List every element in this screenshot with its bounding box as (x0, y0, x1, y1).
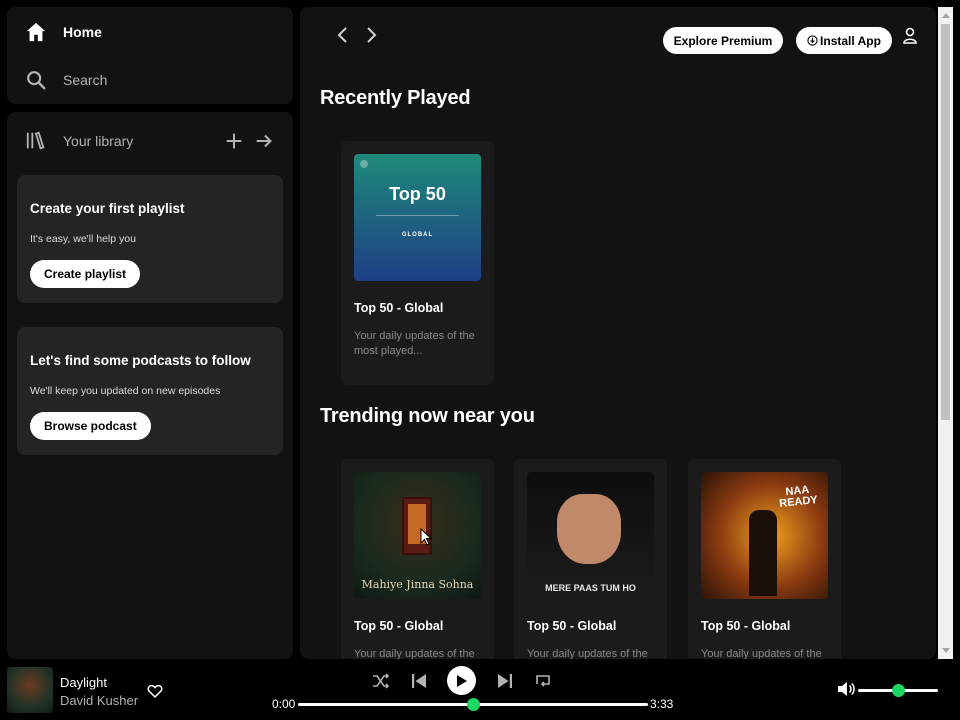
card-title: Top 50 - Global (354, 301, 444, 315)
browse-podcast-button[interactable]: Browse podcast (30, 412, 151, 440)
volume-slider[interactable] (858, 684, 938, 697)
home-icon (26, 22, 46, 42)
scrollbar-thumb[interactable] (941, 24, 950, 420)
card-title: Top 50 - Global (527, 619, 617, 633)
scroll-down-icon[interactable] (942, 648, 950, 653)
playlist-cover: MERE PAAS TUM HO (527, 472, 654, 599)
podcast-title: Let's find some podcasts to follow (30, 353, 251, 368)
shuffle-icon[interactable] (371, 671, 391, 691)
nav-panel: Home Search (7, 7, 293, 104)
heart-icon[interactable] (147, 683, 163, 699)
create-playlist-text: It's easy, we'll help you (30, 233, 136, 245)
user-icon[interactable] (902, 27, 918, 45)
back-arrow-icon[interactable] (334, 25, 352, 45)
card-description: Your daily updates of the most played... (354, 330, 475, 357)
trending-title: Trending now near you (320, 405, 535, 427)
podcast-text: We'll keep you updated on new episodes (30, 385, 221, 397)
cover-divider (376, 215, 459, 216)
arrow-right-icon[interactable] (253, 130, 275, 152)
playlist-card[interactable]: Top 50 GLOBAL Top 50 - Global Your daily… (341, 141, 494, 385)
cover-subtitle: GLOBAL (401, 232, 434, 238)
playlist-cover: Top 50 GLOBAL (354, 154, 481, 281)
card-title: Top 50 - Global (354, 619, 444, 633)
now-playing-cover[interactable] (7, 667, 53, 713)
download-icon (807, 35, 818, 46)
volume-knob[interactable] (892, 684, 905, 697)
nav-home-label: Home (63, 24, 102, 40)
scroll-up-icon[interactable] (942, 13, 950, 18)
create-playlist-card: Create your first playlist It's easy, we… (17, 175, 283, 303)
library-title[interactable]: Your library (63, 133, 215, 149)
volume-icon[interactable] (836, 680, 856, 698)
plus-icon[interactable] (223, 130, 245, 152)
card-description: Your daily updates of the (354, 648, 475, 659)
library-panel: Your library Create your first playlist … (7, 112, 293, 659)
progress-knob[interactable] (467, 698, 480, 711)
install-app-label: Install App (820, 33, 881, 48)
progress-bar[interactable] (298, 698, 648, 711)
cover-caption: NAA READY (778, 483, 819, 510)
main-panel: Explore Premium Install App Recently Pla… (300, 7, 936, 659)
nav-search[interactable]: Search (25, 69, 107, 91)
play-icon (457, 674, 467, 687)
previous-track-icon[interactable] (409, 671, 429, 691)
player-bar: Daylight David Kusher 0:00 3:33 (0, 660, 960, 720)
podcast-card: Let's find some podcasts to follow We'll… (17, 327, 283, 455)
playlist-card[interactable]: MERE PAAS TUM HO Top 50 - Global Your da… (514, 459, 667, 659)
now-playing-title[interactable]: Daylight (60, 675, 107, 690)
cover-artwork (749, 510, 777, 596)
search-icon (27, 71, 46, 90)
library-header: Your library (25, 130, 275, 152)
time-elapsed: 0:00 (272, 697, 296, 711)
scrollbar[interactable] (938, 7, 953, 659)
cover-title: Top 50 (389, 184, 446, 204)
next-track-icon[interactable] (495, 671, 515, 691)
cover-caption: Mahiye Jinna Sohna (361, 578, 474, 591)
forward-arrow-icon[interactable] (362, 25, 380, 45)
nav-home[interactable]: Home (25, 21, 102, 43)
card-description: Your daily updates of the (701, 648, 822, 659)
card-description: Your daily updates of the (527, 648, 648, 659)
playlist-card[interactable]: Mahiye Jinna Sohna Top 50 - Global Your … (341, 459, 494, 659)
library-icon[interactable] (25, 130, 47, 152)
playlist-cover: NAA READY (701, 472, 828, 599)
playlist-cover: Mahiye Jinna Sohna (354, 472, 481, 599)
card-title: Top 50 - Global (701, 619, 791, 633)
spotify-logo-icon (360, 160, 368, 168)
recently-played-title: Recently Played (320, 87, 471, 109)
time-total: 3:33 (650, 697, 674, 711)
mouse-cursor-icon (420, 528, 432, 546)
nav-search-label: Search (63, 72, 108, 88)
create-playlist-title: Create your first playlist (30, 201, 185, 216)
now-playing-artist[interactable]: David Kusher (60, 693, 138, 708)
repeat-icon[interactable] (533, 671, 553, 691)
install-app-button[interactable]: Install App (796, 27, 892, 54)
explore-premium-button[interactable]: Explore Premium (663, 27, 783, 54)
cover-caption: MERE PAAS TUM HO (545, 583, 636, 593)
create-playlist-button[interactable]: Create playlist (30, 260, 141, 288)
history-nav (334, 25, 380, 45)
play-button[interactable] (447, 666, 476, 695)
cover-artwork (557, 494, 621, 564)
playlist-card[interactable]: NAA READY Top 50 - Global Your daily upd… (688, 459, 841, 659)
